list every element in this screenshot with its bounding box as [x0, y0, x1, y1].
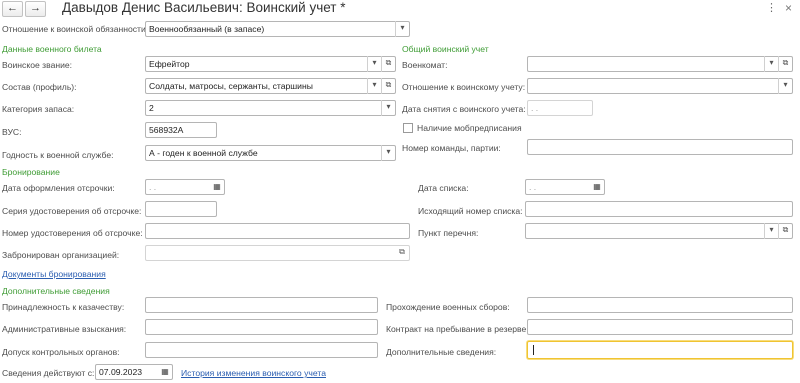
- relation-value: Военнообязанный (в запасе): [149, 24, 265, 34]
- dropdown-icon[interactable]: ▾: [764, 223, 778, 239]
- profile-value: Солдаты, матросы, сержанты, старшины: [149, 81, 313, 91]
- back-button[interactable]: ←: [2, 1, 23, 17]
- relation-label: Отношение к воинской обязанности:: [2, 24, 149, 34]
- deferral-number-label: Номер удостоверения об отсрочке:: [2, 228, 143, 238]
- extra-info-input[interactable]: [527, 341, 793, 359]
- text-cursor: [533, 345, 534, 355]
- vus-value: 568932А: [149, 125, 184, 135]
- deferral-date-input[interactable]: . . ▦: [145, 179, 225, 195]
- deferral-date-label: Дата оформления отсрочки:: [2, 183, 115, 193]
- dropdown-icon[interactable]: ▾: [367, 78, 381, 94]
- profile-label: Состав (профиль):: [2, 82, 77, 92]
- removal-date-value: . .: [531, 103, 539, 113]
- deferral-series-input[interactable]: [145, 201, 217, 217]
- rank-field[interactable]: Ефрейтор ▾ ⧉: [145, 56, 396, 72]
- reserved-org-label: Забронирован организацией:: [2, 250, 120, 260]
- calendar-icon[interactable]: ▦: [211, 180, 223, 194]
- list-item-label: Пункт перечня:: [418, 228, 479, 238]
- military-office-label: Военкомат:: [402, 60, 448, 70]
- registration-relation-label: Отношение к воинскому учету:: [402, 82, 526, 92]
- deferral-series-label: Серия удостоверения об отсрочке:: [2, 206, 142, 216]
- dropdown-icon[interactable]: ▾: [778, 78, 792, 94]
- calendar-icon[interactable]: ▦: [591, 180, 603, 194]
- fitness-label: Годность к военной службе:: [2, 150, 114, 160]
- list-date-input[interactable]: . . ▦: [525, 179, 605, 195]
- calendar-icon[interactable]: ▦: [159, 365, 171, 379]
- open-icon[interactable]: ⧉: [778, 223, 792, 239]
- extra-info-label: Дополнительные сведения:: [386, 347, 497, 357]
- control-access-label: Допуск контрольных органов:: [2, 347, 120, 357]
- forward-button[interactable]: →: [25, 1, 46, 17]
- fitness-value: А - годен к военной службе: [149, 148, 258, 158]
- control-access-input[interactable]: [145, 342, 378, 358]
- list-item-field[interactable]: ▾ ⧉: [525, 223, 793, 239]
- effective-date-input[interactable]: 07.09.2023 ▦: [95, 364, 173, 380]
- team-number-label: Номер команды, партии:: [402, 143, 501, 153]
- page-title: Давыдов Денис Васильевич: Воинский учет …: [62, 0, 346, 15]
- reserve-contract-input[interactable]: [527, 319, 793, 335]
- open-icon[interactable]: ⧉: [778, 56, 792, 72]
- military-office-field[interactable]: ▾ ⧉: [527, 56, 793, 72]
- more-icon[interactable]: ⋮: [766, 1, 777, 15]
- profile-field[interactable]: Солдаты, матросы, сержанты, старшины ▾ ⧉: [145, 78, 396, 94]
- penalties-input[interactable]: [145, 319, 378, 335]
- fitness-select[interactable]: А - годен к военной службе ▾: [145, 145, 396, 161]
- open-icon[interactable]: ⧉: [381, 56, 395, 72]
- military-ticket-heading: Данные военного билета: [2, 44, 102, 54]
- cossack-input[interactable]: [145, 297, 378, 313]
- reserve-contract-label: Контракт на пребывание в резерве:: [386, 324, 529, 334]
- dropdown-icon[interactable]: ▾: [395, 21, 409, 37]
- effective-date-label: Сведения действуют с:: [2, 368, 95, 378]
- rank-label: Воинское звание:: [2, 60, 73, 70]
- mob-order-label: Наличие мобпредписания: [417, 123, 522, 133]
- dropdown-icon[interactable]: ▾: [381, 145, 395, 161]
- history-link[interactable]: История изменения воинского учета: [181, 367, 326, 379]
- mob-order-checkbox[interactable]: [403, 123, 413, 133]
- military-training-label: Прохождение военных сборов:: [386, 302, 510, 312]
- open-icon[interactable]: ⧉: [381, 78, 395, 94]
- removal-date-label: Дата снятия с воинского учета:: [402, 104, 526, 114]
- cossack-label: Принадлежность к казачеству:: [2, 302, 125, 312]
- deferral-number-input[interactable]: [145, 223, 410, 239]
- removal-date-input[interactable]: . .: [527, 100, 593, 116]
- deferral-date-value: . .: [149, 182, 157, 192]
- reservation-documents-link[interactable]: Документы бронирования: [2, 268, 106, 280]
- dropdown-icon[interactable]: ▾: [367, 56, 381, 72]
- outgoing-number-label: Исходящий номер списка:: [418, 206, 523, 216]
- close-icon[interactable]: ×: [785, 1, 792, 15]
- dropdown-icon[interactable]: ▾: [381, 100, 395, 116]
- reservation-heading: Бронирование: [2, 167, 60, 177]
- rank-value: Ефрейтор: [149, 59, 190, 69]
- general-heading: Общий воинский учет: [402, 44, 489, 54]
- effective-date-value: 07.09.2023: [99, 367, 143, 377]
- reserve-category-select[interactable]: 2 ▾: [145, 100, 396, 116]
- reserve-category-label: Категория запаса:: [2, 104, 75, 114]
- outgoing-number-input[interactable]: [525, 201, 793, 217]
- vus-input[interactable]: 568932А: [145, 122, 217, 138]
- reserve-category-value: 2: [149, 103, 154, 113]
- forward-arrow-icon: →: [30, 2, 41, 14]
- relation-select[interactable]: Военнообязанный (в запасе) ▾: [145, 21, 410, 37]
- open-icon[interactable]: ⧉: [395, 245, 409, 261]
- list-date-label: Дата списка:: [418, 183, 469, 193]
- reserved-org-field[interactable]: ⧉: [145, 245, 410, 261]
- additional-heading: Дополнительные сведения: [2, 286, 110, 296]
- back-arrow-icon: ←: [7, 2, 18, 14]
- team-number-input[interactable]: [527, 139, 793, 155]
- registration-relation-select[interactable]: ▾: [527, 78, 793, 94]
- list-date-value: . .: [529, 182, 537, 192]
- dropdown-icon[interactable]: ▾: [764, 56, 778, 72]
- penalties-label: Административные взыскания:: [2, 324, 127, 334]
- military-training-input[interactable]: [527, 297, 793, 313]
- vus-label: ВУС:: [2, 127, 22, 137]
